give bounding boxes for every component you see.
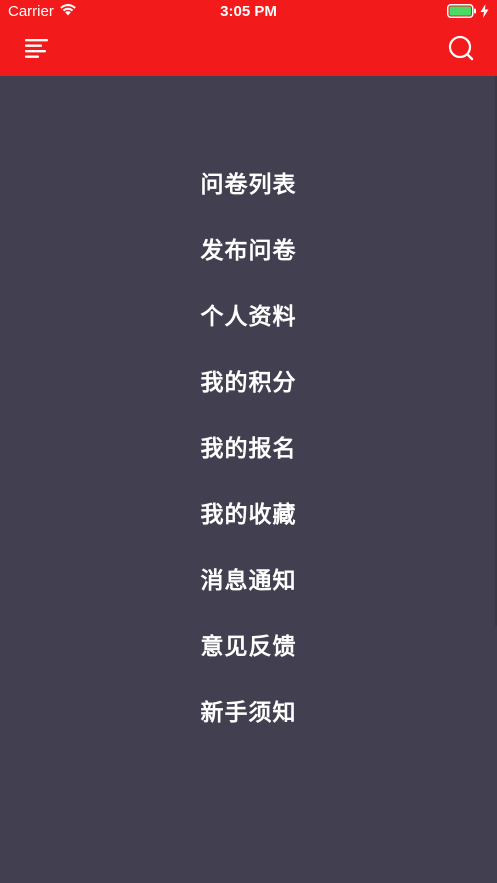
menu-item-label: 消息通知	[200, 568, 297, 594]
menu-item-beginner-guide[interactable]: 新手须知	[0, 674, 497, 740]
menu-item-feedback[interactable]: 意见反馈	[0, 608, 497, 674]
status-right	[447, 4, 489, 22]
menu-item-label: 我的报名	[200, 436, 297, 462]
menu-item-questionnaire-list[interactable]: 问卷列表	[0, 146, 497, 212]
menu-item-label: 新手须知	[200, 700, 297, 726]
charging-bolt-icon	[480, 4, 489, 22]
menu-item-label: 个人资料	[200, 304, 297, 330]
menu-item-label: 我的收藏	[200, 502, 297, 528]
search-icon	[448, 35, 474, 65]
menu-item-favorites[interactable]: 我的收藏	[0, 476, 497, 542]
menu-item-label: 我的积分	[200, 370, 297, 396]
battery-icon	[447, 4, 477, 22]
menu-item-label: 发布问卷	[200, 238, 297, 264]
menu-item-label: 意见反馈	[200, 634, 297, 660]
menu-item-label: 问卷列表	[200, 172, 297, 198]
status-time: 3:05 PM	[220, 3, 277, 20]
hamburger-menu-icon	[24, 37, 50, 63]
menu-item-points[interactable]: 我的积分	[0, 344, 497, 410]
menu-item-registrations[interactable]: 我的报名	[0, 410, 497, 476]
search-button[interactable]	[443, 34, 479, 66]
menu-item-notifications[interactable]: 消息通知	[0, 542, 497, 608]
menu-button[interactable]	[18, 34, 56, 66]
side-menu-list: 问卷列表 发布问卷 个人资料 我的积分 我的报名 我的收藏 消息通知 意见反馈 …	[0, 146, 497, 740]
menu-item-publish-questionnaire[interactable]: 发布问卷	[0, 212, 497, 278]
menu-item-profile[interactable]: 个人资料	[0, 278, 497, 344]
nav-bar	[0, 24, 497, 76]
status-bar: Carrier 3:05 PM	[0, 0, 497, 24]
